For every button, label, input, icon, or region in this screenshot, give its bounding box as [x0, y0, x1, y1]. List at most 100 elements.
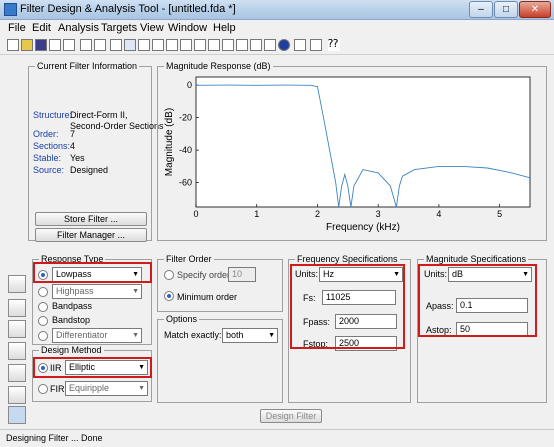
source-value: Designed: [70, 165, 109, 175]
design-method-legend: Design Method: [39, 345, 104, 355]
bandstop-radio[interactable]: [38, 316, 48, 326]
menu-bar: File Edit Analysis Targets View Window H…: [0, 20, 554, 35]
current-filter-info-panel: Current Filter Information Structure: Di…: [28, 61, 164, 242]
match-exactly-select[interactable]: both: [222, 328, 278, 343]
toolbar: ⁇: [0, 35, 554, 55]
impulse-response-icon[interactable]: [194, 39, 206, 51]
menu-file[interactable]: File: [8, 22, 26, 34]
filter-info-icon[interactable]: [250, 39, 262, 51]
fir-radio[interactable]: [38, 384, 48, 394]
sections-label: Sections:: [33, 141, 71, 151]
order-value: 7: [70, 129, 76, 139]
highpass-radio[interactable]: [38, 287, 48, 297]
bandpass-radio[interactable]: [38, 302, 48, 312]
minimum-order-radio[interactable]: [164, 291, 174, 301]
panel-legend: Current Filter Information: [35, 61, 140, 71]
phase-delay-icon[interactable]: [180, 39, 192, 51]
whats-this-icon[interactable]: ⁇: [328, 39, 340, 51]
pole-zero-icon[interactable]: [222, 39, 234, 51]
y-tick-label-3: -60: [179, 178, 192, 188]
step-response-icon[interactable]: [208, 39, 220, 51]
phase-response-icon[interactable]: [138, 39, 150, 51]
fir-method-select[interactable]: Equiripple: [65, 381, 148, 396]
zoom-out-icon[interactable]: [94, 39, 106, 51]
x-tick-label-1: 1: [254, 209, 259, 219]
options-panel: Options Match exactly: both: [157, 314, 283, 403]
title-bar: Filter Design & Analysis Tool - [untitle…: [0, 0, 554, 20]
window-title: Filter Design & Analysis Tool - [untitle…: [20, 3, 236, 15]
menu-edit[interactable]: Edit: [32, 22, 51, 34]
zoom-in-icon[interactable]: [80, 39, 92, 51]
y-tick-label-0: 0: [187, 80, 192, 90]
options-legend: Options: [164, 314, 200, 324]
minimum-order-label: Minimum order: [177, 292, 238, 302]
close-button[interactable]: ✕: [519, 1, 551, 18]
bandpass-label: Bandpass: [52, 301, 93, 311]
differentiator-radio[interactable]: [38, 331, 48, 341]
y-tick-label-2: -40: [179, 145, 192, 155]
magnitude-plot[interactable]: 0 1 2 3 4 5 0 -20 -40 -60 Frequency (kHz) Magnitude…: [158, 67, 546, 240]
source-label: Source:: [33, 165, 65, 175]
sections-value: 4: [70, 141, 76, 151]
group-delay-icon[interactable]: [166, 39, 178, 51]
x-tick-label-3: 3: [376, 209, 381, 219]
menu-help[interactable]: Help: [213, 22, 236, 34]
design-filter-button[interactable]: Design Filter: [260, 409, 322, 423]
order-input[interactable]: 10: [228, 267, 256, 282]
app-icon: [4, 3, 17, 16]
highlight-iir: [33, 357, 152, 378]
status-bar: Designing Filter ... Done: [0, 429, 554, 447]
highlight-frequency-specs: [290, 264, 405, 349]
stable-value: Yes: [70, 153, 85, 163]
print-icon[interactable]: [49, 39, 61, 51]
differentiator-select[interactable]: Differentiator: [52, 328, 142, 343]
menu-window[interactable]: Window: [168, 22, 207, 34]
x-tick-label-0: 0: [193, 209, 198, 219]
match-exactly-label: Match exactly:: [164, 330, 222, 340]
menu-analysis[interactable]: Analysis: [58, 22, 99, 34]
set-quantization-icon[interactable]: [8, 406, 26, 424]
magnitude-specs-legend: Magnitude Specifications: [424, 254, 529, 264]
menu-targets[interactable]: Targets: [101, 22, 137, 34]
bandstop-label: Bandstop: [52, 315, 91, 325]
full-view-icon[interactable]: [110, 39, 122, 51]
print-preview-icon[interactable]: [63, 39, 75, 51]
create-multirate-icon[interactable]: [8, 320, 26, 338]
fir-label: FIR: [50, 384, 65, 394]
design-filter-mode-icon[interactable]: [8, 275, 26, 293]
structure-value: Direct-Form II, Second-Order Sections: [70, 110, 164, 131]
magnitude-response-panel: Magnitude Response (dB) 0 1 2 3 4 5 0 -20 -40 -60…: [157, 61, 547, 241]
maximize-button[interactable]: □: [494, 1, 518, 18]
magnitude-phase-icon[interactable]: [152, 39, 164, 51]
coefficients-icon[interactable]: [236, 39, 248, 51]
noise-power-icon[interactable]: [294, 39, 306, 51]
store-filter-button[interactable]: Store Filter ...: [35, 212, 147, 226]
menu-view[interactable]: View: [140, 22, 164, 34]
specify-order-label: Specify order:: [177, 270, 233, 280]
info-icon[interactable]: [278, 39, 290, 51]
legend-icon[interactable]: [310, 39, 322, 51]
filter-order-panel: Filter Order Specify order: 10 Minimum o…: [157, 254, 283, 312]
filter-manager-button[interactable]: Filter Manager ...: [35, 228, 147, 242]
open-icon[interactable]: [21, 39, 33, 51]
plot-area: [195, 76, 531, 208]
pole-zero-editor-icon[interactable]: [8, 364, 26, 382]
new-icon[interactable]: [7, 39, 19, 51]
filter-order-legend: Filter Order: [164, 254, 214, 264]
frequency-specs-legend: Frequency Specifications: [295, 254, 400, 264]
highlight-magnitude-specs: [418, 264, 537, 337]
minimize-button[interactable]: –: [469, 1, 493, 18]
x-tick-label-2: 2: [315, 209, 320, 219]
save-icon[interactable]: [35, 39, 47, 51]
highpass-select[interactable]: Highpass: [52, 284, 142, 299]
magnitude-response-icon[interactable]: [124, 39, 136, 51]
x-axis-label: Frequency (kHz): [326, 222, 400, 233]
highlight-lowpass: [33, 262, 152, 283]
import-filter-icon[interactable]: [8, 386, 26, 404]
realize-model-icon[interactable]: [8, 342, 26, 360]
specify-order-radio[interactable]: [164, 270, 174, 280]
transform-filter-icon[interactable]: [8, 299, 26, 317]
x-tick-label-4: 4: [436, 209, 441, 219]
magnitude-estimate-icon[interactable]: [264, 39, 276, 51]
structure-label: Structure:: [33, 110, 73, 120]
